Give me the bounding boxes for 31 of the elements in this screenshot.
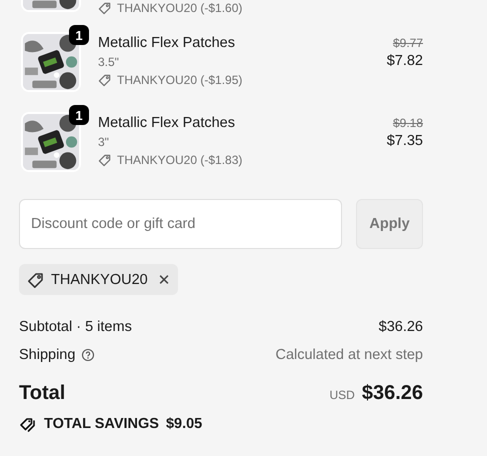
price: $7.82 [386,53,423,69]
quantity-badge: 1 [69,105,89,125]
summary-value: Calculated at next step [275,347,423,363]
remove-button[interactable]: ✕ [154,270,170,288]
variant-text: 3.5" [98,55,120,69]
product-title: Metallic Flex Patches [98,114,236,132]
discount-code-field[interactable]: Discount code or gift card [19,199,342,249]
savings-value: $9.05 [166,416,202,432]
tag-icon [98,73,112,87]
total-value: $36.26 [362,382,423,405]
summary-label: Subtotal · 5 items [19,319,132,335]
quantity-badge: 1 [69,25,89,45]
help-icon[interactable] [81,348,96,362]
discount-code: THANKYOU20 [51,272,148,288]
tag-icon [27,270,45,288]
price: $7.35 [386,133,423,149]
discount-text: THANKYOU20 (-$1.60) [117,1,242,15]
product-title: Metallic Flex Patches [98,34,236,52]
total-label: Total [19,382,66,405]
variant-text: 3" [98,135,110,149]
tag-icon [98,1,112,15]
currency-label: USD [329,388,355,402]
summary-value: $36.26 [378,319,423,335]
summary-label: Shipping [19,347,76,363]
original-price: $9.18 [392,116,423,130]
tag-icon [98,153,112,167]
savings-label: TOTAL SAVINGS [44,416,159,432]
discount-text: THANKYOU20 (-$1.95) [117,73,242,87]
discount-text: THANKYOU20 (-$1.83) [117,153,242,167]
tags-icon [19,415,37,433]
original-price: $9.77 [392,36,423,50]
